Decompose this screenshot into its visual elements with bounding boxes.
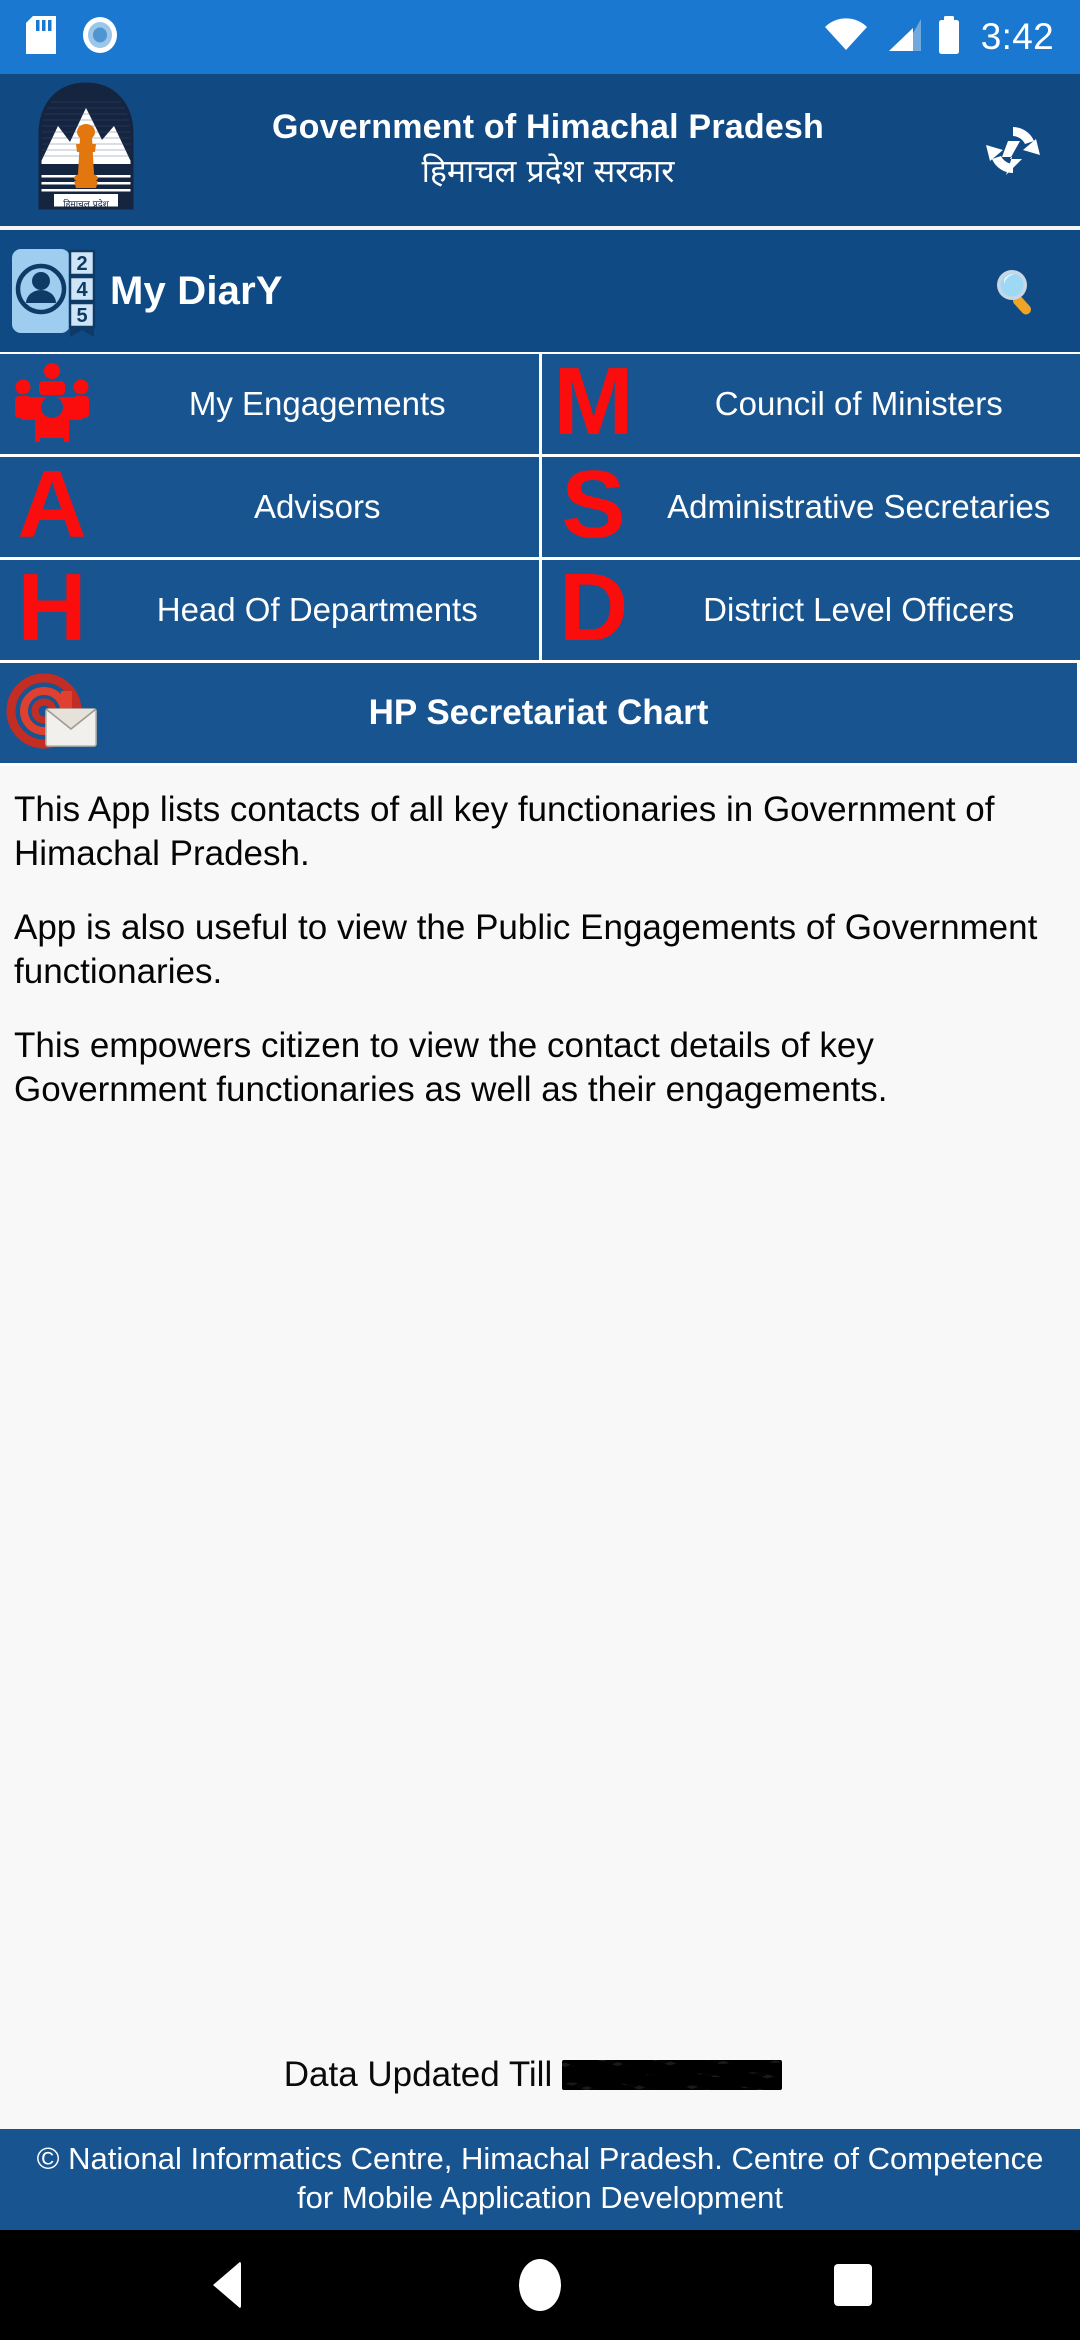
menu-item-administrative-secretaries[interactable]: S Administrative Secretaries	[541, 457, 1080, 557]
description-paragraph-3: This empowers citizen to view the contac…	[14, 1026, 888, 1110]
letter-s-icon: S	[542, 457, 646, 557]
at-envelope-icon	[0, 663, 104, 763]
search-magnifier-icon[interactable]	[980, 255, 1052, 327]
svg-text:2: 2	[76, 253, 87, 275]
menu-item-district-level-officers[interactable]: D District Level Officers	[541, 560, 1080, 660]
app-header: हिमाचल प्रदेश Government of Himachal Pra…	[0, 74, 1080, 226]
menu-item-my-engagements[interactable]: My Engagements	[0, 354, 539, 454]
cellular-signal-icon	[883, 16, 923, 59]
header-title-hindi: हिमाचल प्रदेश सरकार	[421, 152, 675, 191]
letter-glyph: S	[561, 457, 626, 557]
contact-book-icon: 2 4 5	[8, 245, 104, 337]
record-circle-icon	[82, 16, 118, 59]
sync-refresh-icon[interactable]	[976, 113, 1050, 187]
data-updated-value-redacted	[562, 2059, 783, 2090]
menu-item-label: District Level Officers	[703, 590, 1015, 628]
battery-icon	[937, 15, 961, 59]
wifi-icon	[823, 16, 869, 59]
letter-d-icon: D	[542, 560, 646, 660]
back-triangle-icon[interactable]	[172, 2230, 282, 2340]
menu-item-head-of-departments[interactable]: H Head Of Departments	[0, 560, 539, 660]
my-diary-bar[interactable]: 2 4 5 My DiarY	[0, 230, 1080, 352]
sd-card-icon	[26, 15, 56, 59]
menu-item-advisors[interactable]: A Advisors	[0, 457, 539, 557]
letter-m-icon: M	[542, 354, 646, 454]
menu-item-label: Advisors	[253, 487, 381, 525]
menu-item-hp-secretariat-chart[interactable]: HP Secretariat Chart	[0, 663, 1077, 763]
meeting-table-icon	[0, 354, 104, 454]
letter-a-icon: A	[0, 457, 104, 557]
description-paragraph-2: App is also useful to view the Public En…	[14, 908, 1038, 992]
data-updated-row: Data Updated Till	[14, 2055, 1052, 2129]
menu-item-label: Administrative Secretaries	[667, 487, 1051, 525]
letter-glyph: H	[17, 560, 87, 660]
status-bar-left-icons	[26, 15, 118, 59]
menu-item-label: Head Of Departments	[156, 590, 478, 628]
menu-row-3: H Head Of Departments D District Level O…	[0, 560, 1080, 660]
letter-glyph: M	[553, 354, 634, 454]
menu-item-council-of-ministers[interactable]: M Council of Ministers	[541, 354, 1080, 454]
app-screen: 3:42 हिमाचल प्रदेश Government of Himacha…	[0, 0, 1080, 2340]
description-section: This App lists contacts of all key funct…	[0, 766, 1080, 2129]
description-paragraph-1: This App lists contacts of all key funct…	[14, 790, 995, 874]
menu-item-label: My Engagements	[188, 384, 446, 422]
my-diary-label: My DiarY	[110, 268, 283, 313]
letter-glyph: A	[17, 457, 87, 557]
letter-glyph: D	[558, 560, 629, 660]
menu-item-label: Council of Ministers	[714, 384, 1003, 422]
recents-square-icon[interactable]	[798, 2230, 908, 2340]
himachal-pradesh-emblem: हिमाचल प्रदेश	[32, 82, 140, 218]
svg-text:5: 5	[76, 305, 87, 327]
android-navigation-bar	[0, 2230, 1080, 2340]
home-circle-icon[interactable]	[485, 2230, 595, 2340]
footer-bar: © National Informatics Centre, Himachal …	[0, 2128, 1080, 2230]
footer-copyright-text: © National Informatics Centre, Himachal …	[36, 2140, 1044, 2216]
status-bar: 3:42	[0, 0, 1080, 74]
status-bar-clock: 3:42	[980, 16, 1054, 57]
menu-item-label: HP Secretariat Chart	[368, 692, 709, 732]
header-title-english: Government of Himachal Pradesh	[271, 108, 825, 147]
menu-row-4: HP Secretariat Chart	[0, 663, 1080, 763]
header-title-group: Government of Himachal Pradesh हिमाचल प्…	[140, 107, 976, 193]
letter-h-icon: H	[0, 560, 104, 660]
menu-row-2: A Advisors S Administrative Secretaries	[0, 457, 1080, 557]
svg-text:4: 4	[76, 279, 88, 301]
menu-row-1: My Engagements M Council of Ministers	[0, 354, 1080, 454]
status-bar-right-icons: 3:42	[823, 15, 1054, 59]
data-updated-label: Data Updated Till	[283, 2054, 553, 2094]
menu-grid: My Engagements M Council of Ministers A …	[0, 352, 1080, 766]
